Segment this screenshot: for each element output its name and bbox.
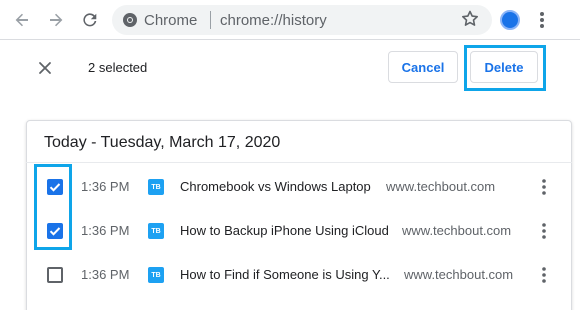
url-text[interactable]: chrome://history — [220, 12, 327, 29]
back-arrow-icon[interactable] — [10, 8, 34, 32]
selected-count: 2 selected — [88, 60, 148, 75]
row-menu-icon[interactable] — [539, 221, 549, 241]
chrome-logo-icon[interactable] — [122, 12, 138, 28]
domain-link[interactable]: www.techbout.com — [404, 267, 513, 282]
history-row[interactable]: 1:36 PM TB How to Backup iPhone Using iC… — [26, 208, 572, 252]
delete-highlight-box — [464, 45, 546, 91]
history-row[interactable]: 1:36 PM TB Chromebook vs Windows Laptop … — [26, 164, 572, 208]
page-title-link[interactable]: How to Backup iPhone Using iCloud — [180, 223, 389, 238]
row-checkbox[interactable] — [47, 267, 63, 283]
kebab-menu-icon[interactable] — [534, 8, 550, 32]
star-icon[interactable] — [460, 9, 480, 29]
visit-time: 1:36 PM — [81, 267, 130, 282]
history-row[interactable]: 1:36 PM TB How to Find if Someone is Usi… — [26, 252, 572, 296]
row-menu-icon[interactable] — [539, 177, 549, 197]
row-menu-icon[interactable] — [539, 265, 549, 285]
reload-icon[interactable] — [78, 8, 102, 32]
domain-link[interactable]: www.techbout.com — [402, 223, 511, 238]
techbout-favicon-icon: TB — [148, 223, 164, 239]
domain-link[interactable]: www.techbout.com — [386, 179, 495, 194]
visit-time: 1:36 PM — [81, 179, 130, 194]
visit-time: 1:36 PM — [81, 223, 130, 238]
techbout-favicon-icon: TB — [148, 179, 164, 195]
techbout-favicon-icon: TB — [148, 267, 164, 283]
day-heading: Today - Tuesday, March 17, 2020 — [44, 134, 281, 151]
close-icon[interactable] — [34, 57, 56, 79]
omnibox-divider — [210, 11, 211, 29]
address-bar[interactable]: Chrome chrome://history — [112, 5, 492, 35]
cancel-button[interactable]: Cancel — [388, 51, 458, 83]
site-chip-label: Chrome — [144, 12, 198, 29]
page-title-link[interactable]: Chromebook vs Windows Laptop — [180, 179, 371, 194]
profile-avatar-icon[interactable] — [500, 10, 520, 30]
browser-toolbar: Chrome chrome://history — [0, 0, 580, 40]
checkbox-highlight-box — [34, 164, 72, 250]
page-title-link[interactable]: How to Find if Someone is Using Y... — [180, 267, 390, 282]
forward-arrow-icon[interactable] — [44, 8, 68, 32]
divider — [26, 162, 572, 163]
